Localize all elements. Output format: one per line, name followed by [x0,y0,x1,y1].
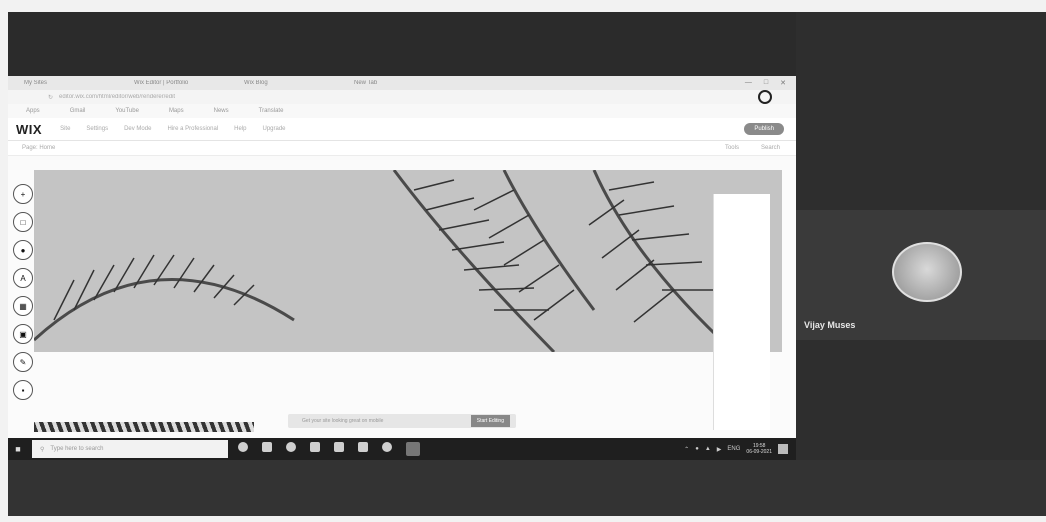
bookmark-item[interactable]: YouTube [115,108,139,114]
bookmark-item[interactable]: Gmail [70,108,86,114]
wix-menu-item[interactable]: Settings [86,126,108,132]
browser-tab[interactable]: My Sites [24,80,134,86]
wix-top-bar: WIX Site Settings Dev Mode Hire a Profes… [8,118,796,141]
decorative-strip [34,422,254,432]
start-editing-button[interactable]: Start Editing [470,415,510,427]
taskbar-apps [238,442,420,456]
tray-chevron-icon[interactable]: ⌃ [684,446,689,453]
page-toolbar: Page: Home Tools Search [8,141,796,156]
browser-tabstrip: My Sites Wix Editor | Portfolio Wix Blog… [8,76,796,90]
wix-menu-item[interactable]: Help [234,126,246,132]
add-icon[interactable]: + [13,184,33,204]
hero-image[interactable] [34,170,782,352]
search-icon: ⚲ [40,446,45,453]
taskbar-search[interactable]: ⚲ Type here to search [32,440,228,458]
wix-menu-item[interactable]: Upgrade [263,126,286,132]
meeting-bottom-bar [8,460,1046,516]
maximize-icon[interactable]: □ [764,79,768,87]
system-tray: ⌃ ● ▲ ▶ ENG 19:58 06-09-2021 [684,443,796,455]
address-bar[interactable]: ↻ editor.wix.com/html/editor/web/rendere… [8,90,796,104]
search-button[interactable]: Search [761,145,780,151]
participant-avatar [892,242,962,302]
bookmark-item[interactable]: Maps [169,108,184,114]
blog-icon[interactable]: ✎ [13,352,33,372]
bookmark-item[interactable]: Apps [26,108,40,114]
element-settings-panel[interactable] [713,194,770,430]
tools-button[interactable]: Tools [725,145,739,151]
task-view-icon[interactable] [262,442,272,452]
meeting-app-icon[interactable] [406,442,420,456]
taskbar-clock[interactable]: 19:58 06-09-2021 [746,443,772,455]
bookmark-item[interactable]: Translate [259,108,284,114]
cortana-icon[interactable] [238,442,248,452]
wix-logo: WIX [16,121,43,137]
file-explorer-icon[interactable] [358,442,368,452]
shared-screen-window: My Sites Wix Editor | Portfolio Wix Blog… [8,76,796,460]
language-indicator[interactable]: ENG [727,446,740,452]
business-icon[interactable]: ▪ [13,380,33,400]
chrome-icon[interactable] [382,442,392,452]
media-icon[interactable]: ▣ [13,324,33,344]
reload-icon[interactable]: ↻ [48,94,53,101]
volume-icon[interactable]: ▶ [717,446,722,453]
editor-left-toolbar: + □ ● A ▦ ▣ ✎ ▪ [12,170,34,454]
apps-icon[interactable]: ▦ [13,296,33,316]
browser-tab[interactable]: Wix Blog [244,80,354,86]
browser-tab[interactable]: New Tab [354,80,464,86]
minimize-icon[interactable]: — [745,79,752,87]
bookmark-item[interactable]: News [214,108,229,114]
palm-leaves-image [34,170,782,352]
wix-menu: Site Settings Dev Mode Hire a Profession… [60,126,285,132]
store-icon[interactable] [334,442,344,452]
editor-canvas[interactable]: + □ ● A ▦ ▣ ✎ ▪ Get your site looking gr… [8,170,796,460]
add-elements-icon[interactable]: ● [13,240,33,260]
account-icon[interactable] [758,90,772,104]
url-text[interactable]: editor.wix.com/html/editor/web/renderer/… [59,94,699,100]
wix-menu-item[interactable]: Hire a Professional [167,126,218,132]
microphone-icon[interactable]: ● [695,446,699,452]
page-selector[interactable]: Page: Home [22,145,55,151]
taskbar-search-placeholder: Type here to search [50,446,104,452]
participant-name: Vijay Muses [804,320,856,330]
mobile-preview-banner: Get your site looking great on mobile St… [288,414,516,428]
window-controls: — □ ✕ [745,79,796,87]
design-icon[interactable]: A [13,268,33,288]
close-icon[interactable]: ✕ [780,79,786,87]
notifications-icon[interactable] [778,444,788,454]
clock-date: 06-09-2021 [746,449,772,455]
browser-tab[interactable]: Wix Editor | Portfolio [134,80,244,86]
network-icon[interactable]: ▲ [705,446,711,452]
mail-icon[interactable] [310,442,320,452]
mobile-preview-text: Get your site looking great on mobile [302,418,384,424]
wix-menu-item[interactable]: Site [60,126,70,132]
section-icon[interactable]: □ [13,212,33,232]
bookmarks-bar: Apps Gmail YouTube Maps News Translate [8,104,796,118]
windows-start-icon[interactable]: ■ [8,438,28,460]
windows-taskbar: ■ ⚲ Type here to search ⌃ ● ▲ ▶ ENG 19:5… [8,438,796,460]
publish-button[interactable]: Publish [744,123,784,135]
wix-menu-item[interactable]: Dev Mode [124,126,151,132]
edge-icon[interactable] [286,442,296,452]
